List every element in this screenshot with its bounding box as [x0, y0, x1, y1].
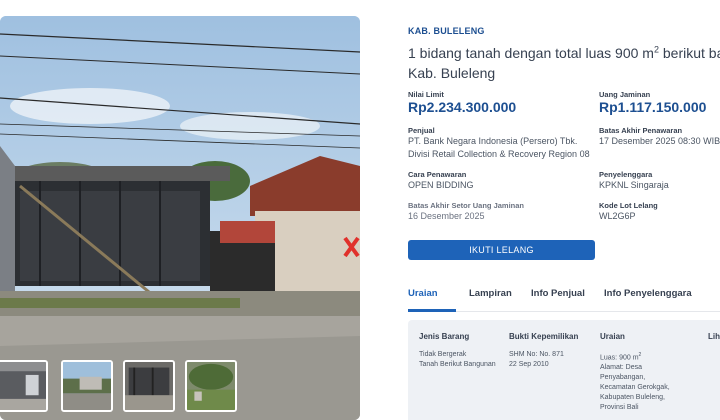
uraian-line3: Kecamatan Gerokgak, — [600, 384, 670, 392]
ikuti-lelang-button[interactable]: IKUTI LELANG — [408, 240, 595, 260]
nilai-limit-label: Nilai Limit — [408, 90, 444, 99]
tab-lampiran[interactable]: Lampiran — [469, 288, 512, 299]
header-lihat: Lih — [708, 332, 720, 341]
uraian-luas-text: Luas: 900 m — [600, 354, 639, 362]
thumbnail-strip — [0, 360, 360, 412]
uang-jaminan-label: Uang Jaminan — [599, 90, 651, 99]
lot-title-rest: berikut ban — [662, 45, 720, 61]
batas-penawaran-value: 17 Desember 2025 08:30 WIB — [599, 136, 720, 146]
bukti-kepemilikan-cell: SHM No: No. 871 22 Sep 2010 — [509, 350, 564, 370]
lot-title-main: 1 bidang tanah dengan total luas 900 m — [408, 45, 654, 61]
lot-title-line2: Kab. Buleleng — [408, 65, 496, 81]
region-label: KAB. BULELENG — [408, 26, 485, 36]
auction-detail-panel: KAB. BULELENG 1 bidang tanah dengan tota… — [408, 0, 720, 420]
batas-setor-value: 16 Desember 2025 — [408, 211, 485, 221]
penjual-label: Penjual — [408, 126, 435, 135]
cara-penawaran-label: Cara Penawaran — [408, 170, 467, 179]
uraian-luas-sup: 2 — [638, 352, 642, 358]
tab-uraian[interactable]: Uraian — [408, 288, 438, 299]
jenis-line2: Tanah Berikut Bangunan — [419, 361, 496, 368]
uraian-luas: Luas: 900 m2 — [600, 350, 670, 363]
nilai-limit-value: Rp2.234.300.000 — [408, 99, 517, 115]
thumbnail-4[interactable] — [185, 360, 237, 412]
batas-penawaran-label: Batas Akhir Penawaran — [599, 126, 683, 135]
thumbnail-3[interactable] — [123, 360, 175, 412]
penyelenggara-label: Penyelenggara — [599, 170, 653, 179]
property-photo[interactable] — [0, 16, 360, 420]
header-uraian: Uraian — [600, 332, 625, 341]
uraian-cell: Luas: 900 m2 Alamat: Desa Penyabangan, K… — [600, 350, 670, 413]
penyelenggara-value: KPKNL Singaraja — [599, 180, 669, 190]
active-tab-indicator — [408, 309, 456, 312]
bukti-line1: SHM No: No. 871 — [509, 351, 564, 358]
thumbnail-2[interactable] — [61, 360, 113, 412]
batas-setor-label: Batas Akhir Setor Uang Jaminan — [408, 201, 525, 210]
thumbnail-1[interactable] — [0, 360, 48, 412]
uraian-table: Jenis Barang Bukti Kepemilikan Uraian Li… — [408, 320, 720, 420]
uang-jaminan-value: Rp1.117.150.000 — [599, 99, 707, 115]
penjual-line2: Divisi Retail Collection & Recovery Regi… — [408, 149, 590, 159]
tab-info-penyelenggara[interactable]: Info Penyelenggara — [604, 288, 692, 299]
tab-info-penjual[interactable]: Info Penjual — [531, 288, 585, 299]
uraian-line5: Provinsi Bali — [600, 404, 639, 412]
jenis-line1: Tidak Bergerak — [419, 351, 467, 358]
penjual-line1: PT. Bank Negara Indonesia (Persero) Tbk. — [408, 136, 578, 146]
jenis-barang-cell: Tidak Bergerak Tanah Berikut Bangunan — [419, 350, 496, 370]
header-bukti-kepemilikan: Bukti Kepemilikan — [509, 332, 579, 341]
lot-title: 1 bidang tanah dengan total luas 900 m2 … — [408, 43, 720, 83]
cara-penawaran-value: OPEN BIDDING — [408, 180, 474, 190]
uraian-line4: Kabupaten Buleleng, — [600, 394, 665, 402]
kode-lot-label: Kode Lot Lelang — [599, 201, 658, 210]
uraian-line1: Alamat: Desa — [600, 364, 643, 372]
bukti-line2: 22 Sep 2010 — [509, 361, 549, 368]
uraian-line2: Penyabangan, — [600, 374, 646, 382]
detail-tabs: Uraian Lampiran Info Penjual Info Penyel… — [408, 278, 720, 312]
header-jenis-barang: Jenis Barang — [419, 332, 470, 341]
kode-lot-value: WL2G6P — [599, 211, 636, 221]
